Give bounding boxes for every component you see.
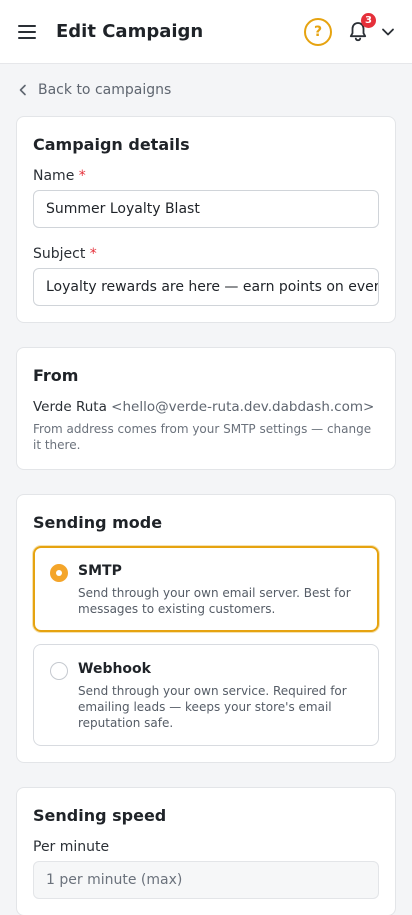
notification-count-badge: 3 — [361, 12, 376, 28]
subject-field: Subject * Loyalty rewards are here — ear… — [33, 246, 379, 306]
from-hint: From address comes from your SMTP settin… — [33, 422, 372, 452]
from-title: From — [33, 366, 79, 385]
notifications-button[interactable]: 3 — [346, 12, 376, 44]
page-title: Edit Campaign — [56, 21, 204, 42]
subject-label-text: Subject — [33, 246, 86, 262]
smtp-radio[interactable] — [50, 564, 68, 582]
hamburger-menu-icon[interactable] — [16, 20, 40, 44]
account-menu-chevron-down-icon[interactable] — [380, 24, 396, 40]
sender-email: <hello@verde-ruta.dev.dabdash.com> — [111, 399, 375, 415]
from-card: From Verde Ruta <hello@verde-ruta.dev.da… — [16, 347, 396, 470]
required-marker: * — [78, 168, 86, 184]
back-link-label: Back to campaigns — [38, 82, 172, 98]
sending-mode-title: Sending mode — [33, 513, 163, 532]
help-icon[interactable]: ? — [304, 17, 332, 46]
back-to-campaigns-link[interactable]: Back to campaigns — [0, 64, 412, 116]
sending-mode-card: Sending mode SMTP Send through your own … — [16, 494, 396, 763]
help-symbol: ? — [313, 23, 323, 40]
name-input[interactable]: Summer Loyalty Blast — [33, 190, 379, 228]
smtp-option-description: Send through your own email server. Best… — [78, 586, 351, 616]
sender-name: Verde Ruta — [33, 399, 107, 415]
name-label: Name * — [33, 168, 379, 184]
per-minute-field: Per minute 1 per minute (max) — [33, 839, 379, 899]
sending-mode-option-webhook[interactable]: Webhook Send through your own service. R… — [33, 644, 379, 746]
from-address: Verde Ruta <hello@verde-ruta.dev.dabdash… — [33, 399, 379, 415]
subject-input[interactable]: Loyalty rewards are here — earn points o… — [33, 268, 379, 306]
webhook-option-label: Webhook — [78, 661, 151, 677]
required-marker: * — [89, 246, 97, 262]
top-app-bar: Edit Campaign ? 3 — [0, 0, 412, 64]
webhook-option-description: Send through your own service. Required … — [78, 684, 347, 730]
sending-speed-title: Sending speed — [33, 806, 167, 825]
campaign-details-card: Campaign details Name * Summer Loyalty B… — [16, 116, 396, 323]
campaign-details-title: Campaign details — [33, 135, 190, 154]
subject-label: Subject * — [33, 246, 379, 262]
chevron-left-icon — [19, 84, 26, 96]
smtp-option-label: SMTP — [78, 563, 122, 579]
webhook-radio[interactable] — [50, 662, 68, 680]
per-minute-select[interactable]: 1 per minute (max) — [33, 861, 379, 899]
per-minute-label: Per minute — [33, 839, 110, 855]
sending-mode-option-smtp[interactable]: SMTP Send through your own email server.… — [33, 546, 379, 632]
name-field: Name * Summer Loyalty Blast — [33, 168, 379, 228]
sending-speed-card: Sending speed Per minute 1 per minute (m… — [16, 787, 396, 915]
name-label-text: Name — [33, 168, 75, 184]
